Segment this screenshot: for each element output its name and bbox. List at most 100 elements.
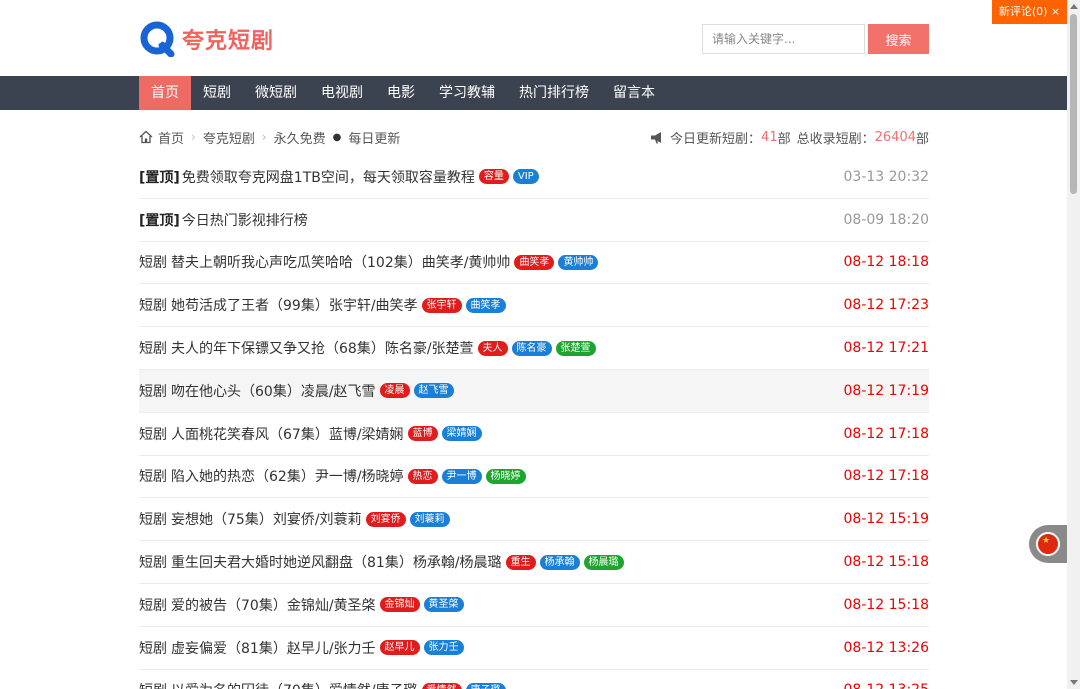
item-title-link[interactable]: 妄想她（75集）刘宴侨/刘蓑莉	[171, 509, 362, 529]
vertical-scrollbar[interactable]	[1067, 0, 1080, 689]
item-date: 03-13 20:32	[843, 168, 929, 185]
category-label[interactable]: 短剧	[139, 466, 167, 486]
site-logo[interactable]: 夸克短剧	[140, 20, 274, 58]
item-title-link[interactable]: 人面桃花笑春风（67集）蓝博/梁婧娴	[171, 424, 404, 444]
item-title-link[interactable]: 以爱为名的囚徒（70集）爱情然/唐子璐	[171, 680, 418, 689]
tag-badge[interactable]: 重生	[505, 554, 536, 570]
tag-badge[interactable]: 张楚萱	[555, 340, 596, 356]
breadcrumb: 首页 › 夸克短剧 › 永久免费 ● 每日更新	[139, 127, 400, 147]
list-item-main: 短剧 虚妄偏爱（81集）赵早儿/张力壬 赵早儿 张力壬	[139, 638, 464, 658]
item-title-link[interactable]: 替夫上朝听我心声吃瓜笑哈哈（102集）曲笑孝/黄帅帅	[171, 252, 510, 272]
item-date: 08-12 17:23	[843, 297, 929, 314]
list-item[interactable]: 短剧 重生回夫君大婚时她逆风翻盘（81集）杨承翰/杨晨璐 重生 杨承翰 杨晨璐 08-12…	[139, 541, 929, 584]
category-label[interactable]: 短剧	[139, 295, 167, 315]
item-title-link[interactable]: 免费领取夸克网盘1TB空间，每天领取容量教程	[182, 167, 475, 187]
list-item[interactable]: 短剧 替夫上朝听我心声吃瓜笑哈哈（102集）曲笑孝/黄帅帅 曲笑孝 黄帅帅 08-12 …	[139, 242, 929, 285]
tag-badge[interactable]: 热恋	[407, 468, 438, 484]
tag-badge[interactable]: 张宇轩	[421, 297, 462, 313]
today-label: 今日更新短剧：	[670, 131, 762, 147]
tag-badge[interactable]: 蓝博	[407, 426, 438, 442]
breadcrumb-category[interactable]: 夸克短剧	[203, 128, 255, 147]
tag-badge[interactable]: VIP	[512, 169, 539, 185]
nav-item[interactable]: 学习教辅	[427, 76, 507, 110]
tag-badge[interactable]: 唐子璐	[465, 682, 506, 689]
list-item[interactable]: 短剧 她苟活成了王者（99集）张宇轩/曲笑孝 张宇轩 曲笑孝 08-12 17:23	[139, 284, 929, 328]
tag-badge[interactable]: 尹一博	[441, 468, 482, 484]
tag-badge[interactable]: 爱情然	[421, 682, 462, 689]
category-label[interactable]: 短剧	[139, 509, 167, 529]
breadcrumb-current: 每日更新	[348, 131, 401, 147]
category-label[interactable]: 短剧	[139, 381, 167, 401]
item-title-link[interactable]: 爱的被告（70集）金锦灿/黄圣棨	[171, 595, 376, 615]
search-button[interactable]: 搜索	[868, 24, 929, 54]
category-label[interactable]: 短剧	[139, 252, 167, 272]
list-item[interactable]: 短剧 夫人的年下保镖又争又抢（68集）陈名豪/张楚萱 夫人 陈名豪 张楚萱 08-12 1…	[139, 327, 929, 370]
language-button[interactable]: ★	[1029, 525, 1067, 563]
search-input[interactable]	[702, 24, 865, 54]
item-date: 08-09 18:20	[843, 211, 929, 228]
list-item[interactable]: 短剧 虚妄偏爱（81集）赵早儿/张力壬 赵早儿 张力壬 08-12 13:26	[139, 627, 929, 670]
category-label[interactable]: 短剧	[139, 338, 167, 358]
item-title-link[interactable]: 陷入她的热恋（62集）尹一博/杨晓婷	[171, 466, 404, 486]
tag-badge[interactable]: 凌晨	[379, 383, 410, 399]
tag-badge[interactable]: 黄圣棨	[423, 597, 464, 613]
nav-item[interactable]: 微短剧	[243, 76, 309, 110]
list-item[interactable]: [置顶] 免费领取夸克网盘1TB空间，每天领取容量教程 容量 VIP 03-13 20:…	[139, 156, 929, 199]
drama-list: [置顶] 免费领取夸克网盘1TB空间，每天领取容量教程 容量 VIP 03-13 20:…	[139, 156, 929, 689]
list-item-main: 短剧以爱为名的囚徒（70集）爱情然/唐子璐爱情然唐子璐	[139, 680, 506, 689]
nav-item[interactable]: 热门排行榜	[507, 76, 601, 110]
item-title-link[interactable]: 重生回夫君大婚时她逆风翻盘（81集）杨承翰/杨晨璐	[171, 552, 502, 572]
tag-badge[interactable]: 曲笑孝	[514, 254, 555, 270]
tag-badge[interactable]: 刘蓑莉	[409, 511, 450, 527]
pinned-label: [置顶]	[139, 169, 180, 186]
list-item[interactable]: [置顶] 今日热门影视排行榜 08-09 18:20	[139, 199, 929, 242]
tag-badge[interactable]: 刘宴侨	[365, 511, 406, 527]
tag-badge[interactable]: 陈名豪	[511, 340, 552, 356]
breadcrumb-home[interactable]: 首页	[158, 128, 184, 147]
item-date: 08-12 17:18	[843, 468, 929, 485]
list-item[interactable]: 短剧 人面桃花笑春风（67集）蓝博/梁婧娴 蓝博 梁婧娴 08-12 17:18	[139, 413, 929, 456]
scroll-down-arrow-icon[interactable]	[1070, 680, 1078, 685]
list-item[interactable]: 短剧 妄想她（75集）刘宴侨/刘蓑莉 刘宴侨 刘蓑莉 08-12 15:19	[139, 498, 929, 542]
total-count: 26404	[874, 129, 916, 145]
update-stats: 今日更新短剧： 41 部 总收录短剧： 26404 部	[650, 127, 929, 147]
category-label[interactable]: 短剧	[139, 595, 167, 615]
category-label[interactable]: 短剧	[139, 552, 167, 572]
tag-badge[interactable]: 金锦灿	[379, 597, 420, 613]
list-item[interactable]: 短剧 吻在他心头（60集）凌晨/赵飞雪 凌晨 赵飞雪 08-12 17:19	[139, 369, 929, 413]
category-label[interactable]: 短剧	[139, 638, 167, 658]
item-date: 08-12 13:25	[844, 682, 929, 689]
tag-badge[interactable]: 曲笑孝	[465, 297, 506, 313]
category-label[interactable]: 短剧	[139, 680, 167, 689]
tag-badge[interactable]: 夫人	[477, 340, 508, 356]
tag-badge[interactable]: 杨承翰	[539, 554, 580, 570]
list-item[interactable]: 短剧 陷入她的热恋（62集）尹一博/杨晓婷 热恋 尹一博 杨晓婷 08-12 17:18	[139, 456, 929, 499]
tag-badge[interactable]: 赵飞雪	[413, 383, 454, 399]
tag-badge[interactable]: 张力壬	[423, 640, 464, 656]
tag-badge[interactable]: 杨晨璐	[583, 554, 624, 570]
list-item-main: 短剧 妄想她（75集）刘宴侨/刘蓑莉 刘宴侨 刘蓑莉	[139, 509, 450, 529]
item-title-link[interactable]: 吻在他心头（60集）凌晨/赵飞雪	[171, 381, 376, 401]
scroll-up-arrow-icon[interactable]	[1070, 4, 1078, 9]
item-title-link[interactable]: 她苟活成了王者（99集）张宇轩/曲笑孝	[171, 295, 418, 315]
tag-badge[interactable]: 容量	[478, 169, 509, 185]
list-item[interactable]: 短剧 爱的被告（70集）金锦灿/黄圣棨 金锦灿 黄圣棨 08-12 15:18	[139, 584, 929, 627]
nav-item[interactable]: 电视剧	[309, 76, 375, 110]
list-item[interactable]: 短剧以爱为名的囚徒（70集）爱情然/唐子璐爱情然唐子璐 08-12 13:25	[139, 670, 929, 689]
scroll-thumb[interactable]	[1070, 14, 1077, 194]
tag-badge[interactable]: 杨晓婷	[485, 468, 526, 484]
item-title-link[interactable]: 夫人的年下保镖又争又抢（68集）陈名豪/张楚萱	[171, 338, 474, 358]
new-comment-badge[interactable]: 新评论(0) ×	[992, 0, 1067, 24]
category-label[interactable]: 短剧	[139, 424, 167, 444]
item-title-link[interactable]: 今日热门影视排行榜	[182, 210, 308, 230]
tag-badge[interactable]: 赵早儿	[379, 640, 420, 656]
nav-item[interactable]: 短剧	[191, 76, 243, 110]
tag-badge[interactable]: 黄帅帅	[558, 254, 599, 270]
item-title-link[interactable]: 虚妄偏爱（81集）赵早儿/张力壬	[171, 638, 376, 658]
tag-badge[interactable]: 梁婧娴	[441, 426, 482, 442]
nav-item[interactable]: 留言本	[601, 76, 667, 110]
nav-item[interactable]: 首页	[139, 76, 191, 110]
megaphone-icon	[651, 131, 662, 143]
nav-item[interactable]: 电影	[375, 76, 427, 110]
main-nav: 首页 短剧 微短剧 电视剧 电影 学习教辅 热门排行榜 留言本	[0, 76, 1067, 110]
